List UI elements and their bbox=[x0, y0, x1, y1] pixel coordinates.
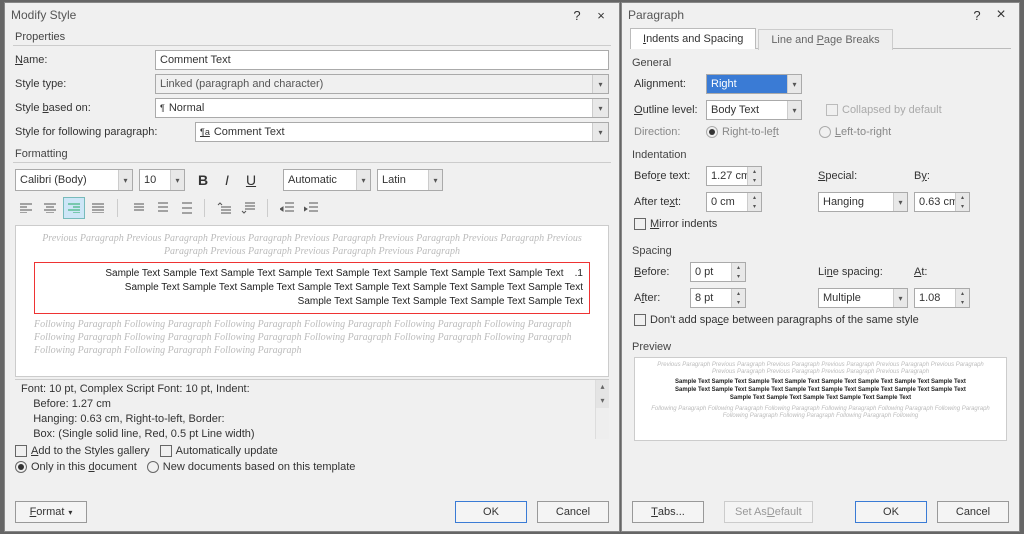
indentation-section: Indentation bbox=[622, 145, 1019, 163]
collapsed-checkbox bbox=[826, 104, 838, 116]
align-right-button[interactable] bbox=[63, 197, 85, 219]
italic-button[interactable]: I bbox=[215, 169, 239, 191]
titlebar: Paragraph ? × bbox=[622, 3, 1019, 27]
only-document-radio[interactable] bbox=[15, 461, 27, 473]
modify-style-dialog: Modify Style ? × Properties Name: Commen… bbox=[4, 2, 620, 532]
sample-text-box: Sample Text Sample Text Sample Text Samp… bbox=[34, 262, 590, 314]
size-combo[interactable]: 10▾ bbox=[139, 169, 185, 191]
close-button[interactable]: × bbox=[589, 8, 613, 23]
titlebar: Modify Style ? × bbox=[5, 3, 619, 27]
outline-label: Outline level: bbox=[634, 104, 706, 116]
ok-button[interactable]: OK bbox=[455, 501, 527, 523]
new-docs-label: New documents based on this template bbox=[163, 461, 356, 473]
mirror-checkbox[interactable] bbox=[634, 218, 646, 230]
style-description: Font: 10 pt, Complex Script Font: 10 pt,… bbox=[15, 379, 609, 439]
special-dropdown[interactable]: Hanging▾ bbox=[818, 192, 908, 212]
rtl-label: Right-to-left bbox=[722, 126, 779, 138]
dialog-title: Paragraph bbox=[628, 8, 684, 22]
underline-button[interactable]: U bbox=[239, 169, 263, 191]
following-dropdown[interactable]: ¶aComment Text▾ bbox=[195, 122, 609, 142]
tab-indents-spacing[interactable]: Indents and Spacing bbox=[630, 28, 756, 49]
preview-previous: Previous Paragraph Previous Paragraph Pr… bbox=[34, 232, 590, 258]
before-text-label: Before text: bbox=[634, 170, 706, 182]
properties-section-label: Properties bbox=[5, 27, 619, 45]
alignment-label: Alignment: bbox=[634, 78, 706, 90]
cancel-button[interactable]: Cancel bbox=[537, 501, 609, 523]
auto-update-label: Automatically update bbox=[176, 445, 278, 457]
at-spinner[interactable]: 1.08▴▾ bbox=[914, 288, 970, 308]
preview-following: Following Paragraph Following Paragraph … bbox=[34, 318, 590, 357]
help-button[interactable]: ? bbox=[565, 8, 589, 23]
font-color-combo[interactable]: Automatic▾ bbox=[283, 169, 371, 191]
ok-button[interactable]: OK bbox=[855, 501, 927, 523]
set-default-button[interactable]: Set As Default bbox=[724, 501, 813, 523]
at-label: At: bbox=[914, 266, 927, 278]
by-label: By: bbox=[914, 170, 930, 182]
alignment-dropdown[interactable]: Right▾ bbox=[706, 74, 802, 94]
special-label: Special: bbox=[818, 170, 914, 182]
add-gallery-checkbox[interactable] bbox=[15, 445, 27, 457]
paragraph-preview: Previous Paragraph Previous Paragraph Pr… bbox=[634, 357, 1007, 441]
collapsed-label: Collapsed by default bbox=[842, 104, 942, 116]
script-combo[interactable]: Latin▾ bbox=[377, 169, 443, 191]
close-button[interactable]: × bbox=[989, 6, 1013, 24]
linespacing-label: Line spacing: bbox=[818, 266, 914, 278]
after-text-spinner[interactable]: 0 cm▴▾ bbox=[706, 192, 762, 212]
sp-after-spinner[interactable]: 8 pt▴▾ bbox=[690, 288, 746, 308]
type-label: Style type: bbox=[15, 78, 155, 90]
dont-add-checkbox[interactable] bbox=[634, 314, 646, 326]
linespace-2-button[interactable] bbox=[174, 197, 196, 219]
general-section: General bbox=[622, 53, 1019, 71]
preview-box: Previous Paragraph Previous Paragraph Pr… bbox=[15, 225, 609, 377]
sp-before-spinner[interactable]: 0 pt▴▾ bbox=[690, 262, 746, 282]
cancel-button[interactable]: Cancel bbox=[937, 501, 1009, 523]
font-combo[interactable]: Calibri (Body)▾ bbox=[15, 169, 133, 191]
decrease-indent-button[interactable] bbox=[276, 197, 298, 219]
rtl-radio[interactable] bbox=[706, 126, 718, 138]
direction-label: Direction: bbox=[634, 126, 706, 138]
mirror-label: Mirror indents bbox=[650, 218, 717, 230]
new-docs-radio[interactable] bbox=[147, 461, 159, 473]
tab-line-breaks[interactable]: Line and Page Breaks bbox=[758, 29, 892, 50]
before-text-spinner[interactable]: 1.27 cm▴▾ bbox=[706, 166, 762, 186]
align-left-button[interactable] bbox=[15, 197, 37, 219]
increase-indent-button[interactable] bbox=[300, 197, 322, 219]
paragraph-dialog: Paragraph ? × Indents and Spacing Line a… bbox=[621, 2, 1020, 532]
dialog-title: Modify Style bbox=[11, 8, 76, 22]
auto-update-checkbox[interactable] bbox=[160, 445, 172, 457]
name-label: Name: bbox=[15, 54, 155, 66]
outline-dropdown[interactable]: Body Text▾ bbox=[706, 100, 802, 120]
based-on-dropdown[interactable]: ¶Normal▾ bbox=[155, 98, 609, 118]
style-type-dropdown[interactable]: Linked (paragraph and character)▾ bbox=[155, 74, 609, 94]
sp-after-label: After: bbox=[634, 292, 690, 304]
align-justify-button[interactable] bbox=[87, 197, 109, 219]
dont-add-label: Don't add space between paragraphs of th… bbox=[650, 314, 919, 326]
preview-section: Preview bbox=[622, 337, 1019, 355]
formatting-section-label: Formatting bbox=[5, 144, 619, 162]
space-before-up-button[interactable] bbox=[213, 197, 235, 219]
tabs-button[interactable]: Tabs... bbox=[632, 501, 704, 523]
sp-before-label: Before: bbox=[634, 266, 690, 278]
following-label: Style for following paragraph: bbox=[15, 126, 195, 138]
ltr-label: Left-to-right bbox=[835, 126, 891, 138]
bold-button[interactable]: B bbox=[191, 169, 215, 191]
add-gallery-label: Add to the Styles gallery bbox=[31, 445, 150, 457]
help-button[interactable]: ? bbox=[965, 8, 989, 23]
linespace-1_5-button[interactable] bbox=[150, 197, 172, 219]
name-input[interactable]: Comment Text bbox=[155, 50, 609, 70]
after-text-label: After text: bbox=[634, 196, 706, 208]
ltr-radio[interactable] bbox=[819, 126, 831, 138]
format-menu-button[interactable]: Format▾ bbox=[15, 501, 87, 523]
linespacing-dropdown[interactable]: Multiple▾ bbox=[818, 288, 908, 308]
description-scrollbar[interactable]: ▴▾ bbox=[595, 380, 609, 439]
space-before-down-button[interactable] bbox=[237, 197, 259, 219]
based-on-label: Style based on: bbox=[15, 102, 155, 114]
only-document-label: Only in this document bbox=[31, 461, 137, 473]
by-spinner[interactable]: 0.63 cm▴▾ bbox=[914, 192, 970, 212]
linespace-1-button[interactable] bbox=[126, 197, 148, 219]
align-center-button[interactable] bbox=[39, 197, 61, 219]
spacing-section: Spacing bbox=[622, 241, 1019, 259]
